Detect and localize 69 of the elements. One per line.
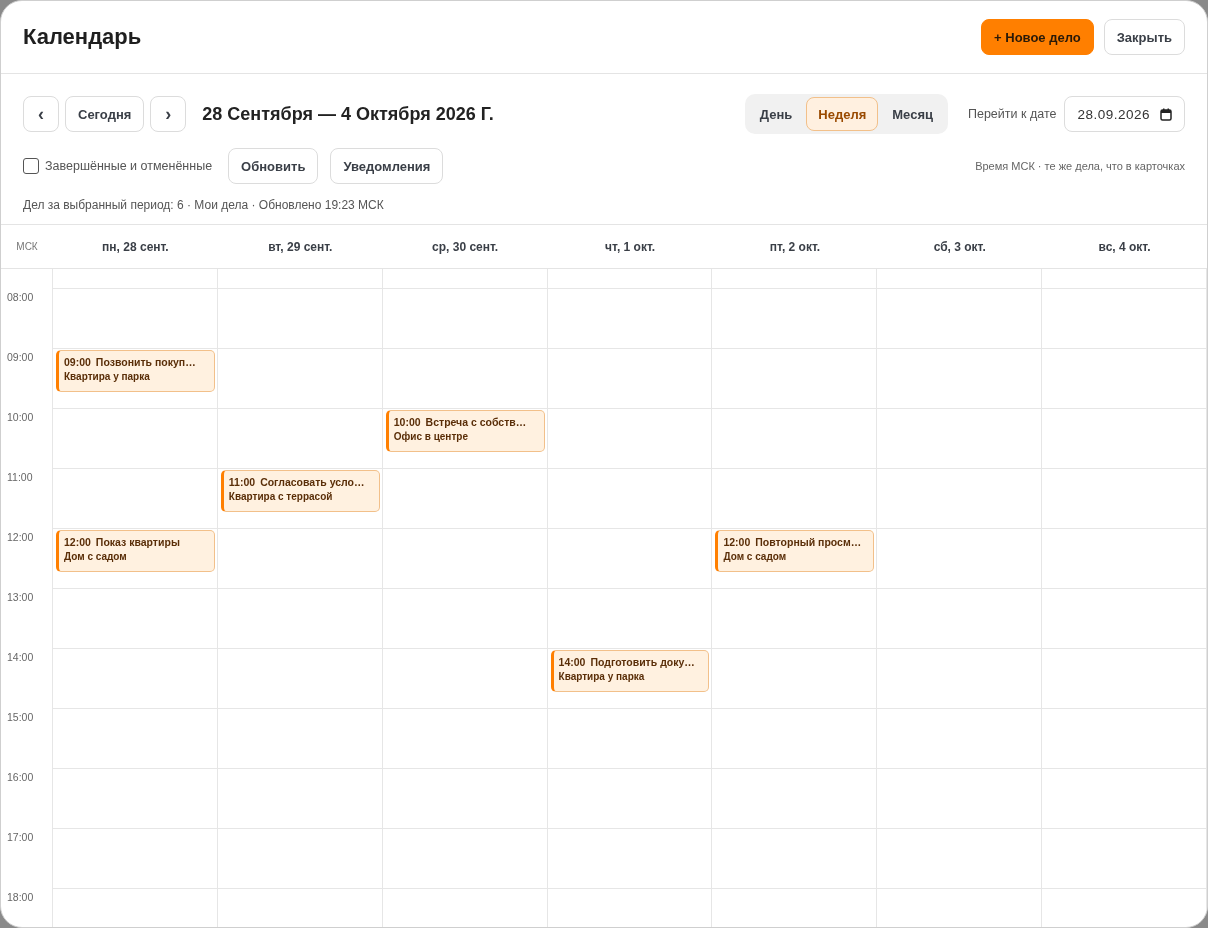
day-header: сб, 3 окт.: [932, 239, 987, 254]
action-button[interactable]: Обновить: [228, 148, 319, 184]
event-card[interactable]: 12:00 Повторный просм… Дом с садом: [715, 530, 875, 572]
all-day-slot[interactable]: [53, 269, 218, 289]
hour-label: 11:00: [7, 471, 33, 483]
event-card[interactable]: 12:00 Показ квартиры Дом с садом: [56, 530, 215, 572]
day-header: вс, 4 окт.: [1097, 239, 1152, 254]
hour-label: 16:00: [7, 771, 34, 783]
view-tab[interactable]: Неделя: [806, 97, 879, 131]
event-place: Квартира у парка: [64, 371, 151, 382]
hour-label: 18:00: [7, 891, 34, 903]
all-day-slot[interactable]: [877, 269, 1043, 289]
view-tab[interactable]: Месяц: [880, 97, 945, 131]
day-header: чт, 1 окт.: [603, 239, 657, 254]
next-button[interactable]: ›: [150, 96, 187, 132]
event-place: Квартира у парка: [558, 671, 646, 682]
event-time: 11:00: [228, 476, 256, 488]
all-day-slot[interactable]: [1042, 269, 1207, 289]
hour-label: 15:00: [7, 711, 34, 723]
event-time: 14:00: [558, 656, 586, 668]
calendar-icon: [1160, 107, 1172, 121]
event-place: Дом с садом: [723, 551, 788, 562]
hour-label: 12:00: [7, 531, 34, 543]
window-title: Календарь: [23, 24, 142, 50]
event-title: Позвонить покуп…: [95, 356, 196, 368]
day-header: вт, 29 сент.: [267, 239, 334, 254]
event-time: 10:00: [393, 416, 421, 428]
event-title: Показ квартиры: [95, 536, 180, 548]
event-card[interactable]: 14:00 Подготовить доку… Квартира у парка: [550, 650, 710, 692]
hour-label: 10:00: [7, 411, 34, 423]
hour-label: 17:00: [7, 831, 34, 843]
today-button[interactable]: Сегодня: [65, 96, 145, 132]
event-place: Квартира с террасой: [228, 491, 334, 502]
event-title: Встреча с собств…: [425, 416, 527, 428]
timezone-note: Время МСК · те же дела, что в карточках: [975, 160, 1185, 172]
event-card[interactable]: 10:00 Встреча с собств… Офис в центре: [385, 410, 545, 452]
view-tab[interactable]: День: [747, 97, 805, 131]
hour-label: 13:00: [7, 591, 34, 603]
event-title: Согласовать усло…: [260, 476, 365, 488]
date-field[interactable]: 28.09.2026: [1064, 96, 1185, 132]
summary-text: Дел за выбранный период: 6 · Мои дела · Обновлено 19:23 МСК: [23, 198, 385, 212]
event-card[interactable]: 11:00 Согласовать усло… Квартира с террасой: [220, 470, 380, 512]
hour-label: 09:00: [7, 351, 34, 363]
event-time: 09:00: [64, 356, 91, 368]
header-button[interactable]: + Новое дело: [981, 19, 1094, 55]
day-header: ср, 30 сент.: [431, 239, 500, 254]
goto-label: Перейти к дате: [967, 107, 1057, 121]
previous-button[interactable]: ‹: [23, 96, 59, 132]
event-place: Офис в центре: [393, 431, 469, 442]
action-button[interactable]: Уведомления: [330, 148, 444, 184]
event-title: Подготовить доку…: [590, 656, 695, 668]
event-card[interactable]: 09:00 Позвонить покуп… Квартира у парка: [56, 350, 215, 392]
event-time: 12:00: [64, 536, 91, 548]
event-place: Дом с садом: [64, 551, 128, 562]
date-range: 28 Сентября — 4 Октября 2026 Г.: [202, 103, 494, 125]
hour-label: 08:00: [7, 291, 34, 303]
all-day-slot[interactable]: [712, 269, 878, 289]
checkbox[interactable]: [23, 158, 39, 174]
event-title: Повторный просм…: [755, 536, 862, 548]
event-time: 12:00: [723, 536, 751, 548]
checkbox-label: Завершённые и отменённые: [45, 159, 213, 173]
all-day-slot[interactable]: [217, 269, 383, 289]
hour-label: 14:00: [7, 651, 34, 663]
day-header: пн, 28 сент.: [101, 239, 170, 254]
timezone-label: МСК: [15, 241, 39, 252]
all-day-slot[interactable]: [547, 269, 713, 289]
day-header: пт, 2 окт.: [768, 239, 822, 254]
all-day-slot[interactable]: [382, 269, 548, 289]
header-button[interactable]: Закрыть: [1103, 19, 1185, 55]
